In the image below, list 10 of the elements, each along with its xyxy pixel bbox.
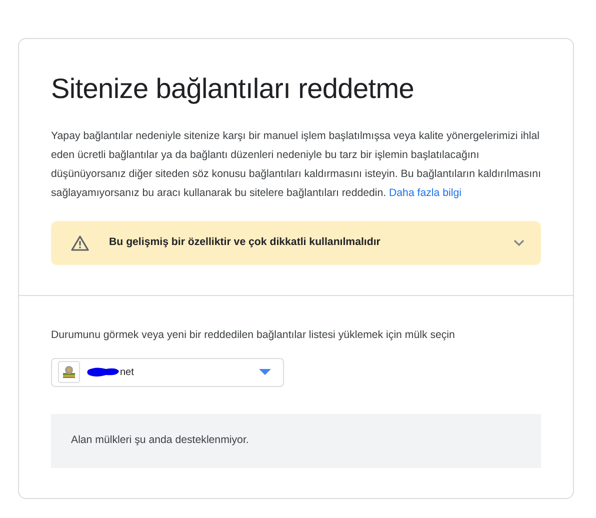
property-prompt: Durumunu görmek veya yeni bir reddedilen bağlantılar listesi yüklemek için mülk seçin — [51, 328, 456, 343]
warning-icon — [71, 235, 89, 251]
property-select[interactable]: net — [51, 358, 284, 387]
notice-text: Alan mülkleri şu anda desteklenmiyor. — [71, 432, 249, 448]
page-title: Sitenize bağlantıları reddetme — [51, 72, 415, 106]
warning-panel[interactable]: Bu gelişmiş bir özelliktir ve çok dikkatli kullanılmalıdır — [51, 221, 541, 265]
site-icon — [58, 361, 80, 384]
dropdown-arrow-icon — [259, 369, 271, 376]
description-text: Yapay bağlantılar nedeniyle sitenize karşı bir manuel işlem başlatılmışsa veya kalite yönergelerimizi ihlal eden ücretli bağlantılar ya da bağlantı düzenleri nedeniyle bu tarz bir işlemin başlatılacağını düşünüyorsanız diğer siteden söz konusu bağlantıları kaldırmasını isteyin. Bu bağlantıların kaldırılmasını sağlayamıyorsanız bu aracı kullanarak bu sitelere bağlantıları reddedin. Daha fazla bilgi — [51, 129, 541, 201]
learn-more-link[interactable]: Daha fazla bilgi — [389, 187, 462, 199]
